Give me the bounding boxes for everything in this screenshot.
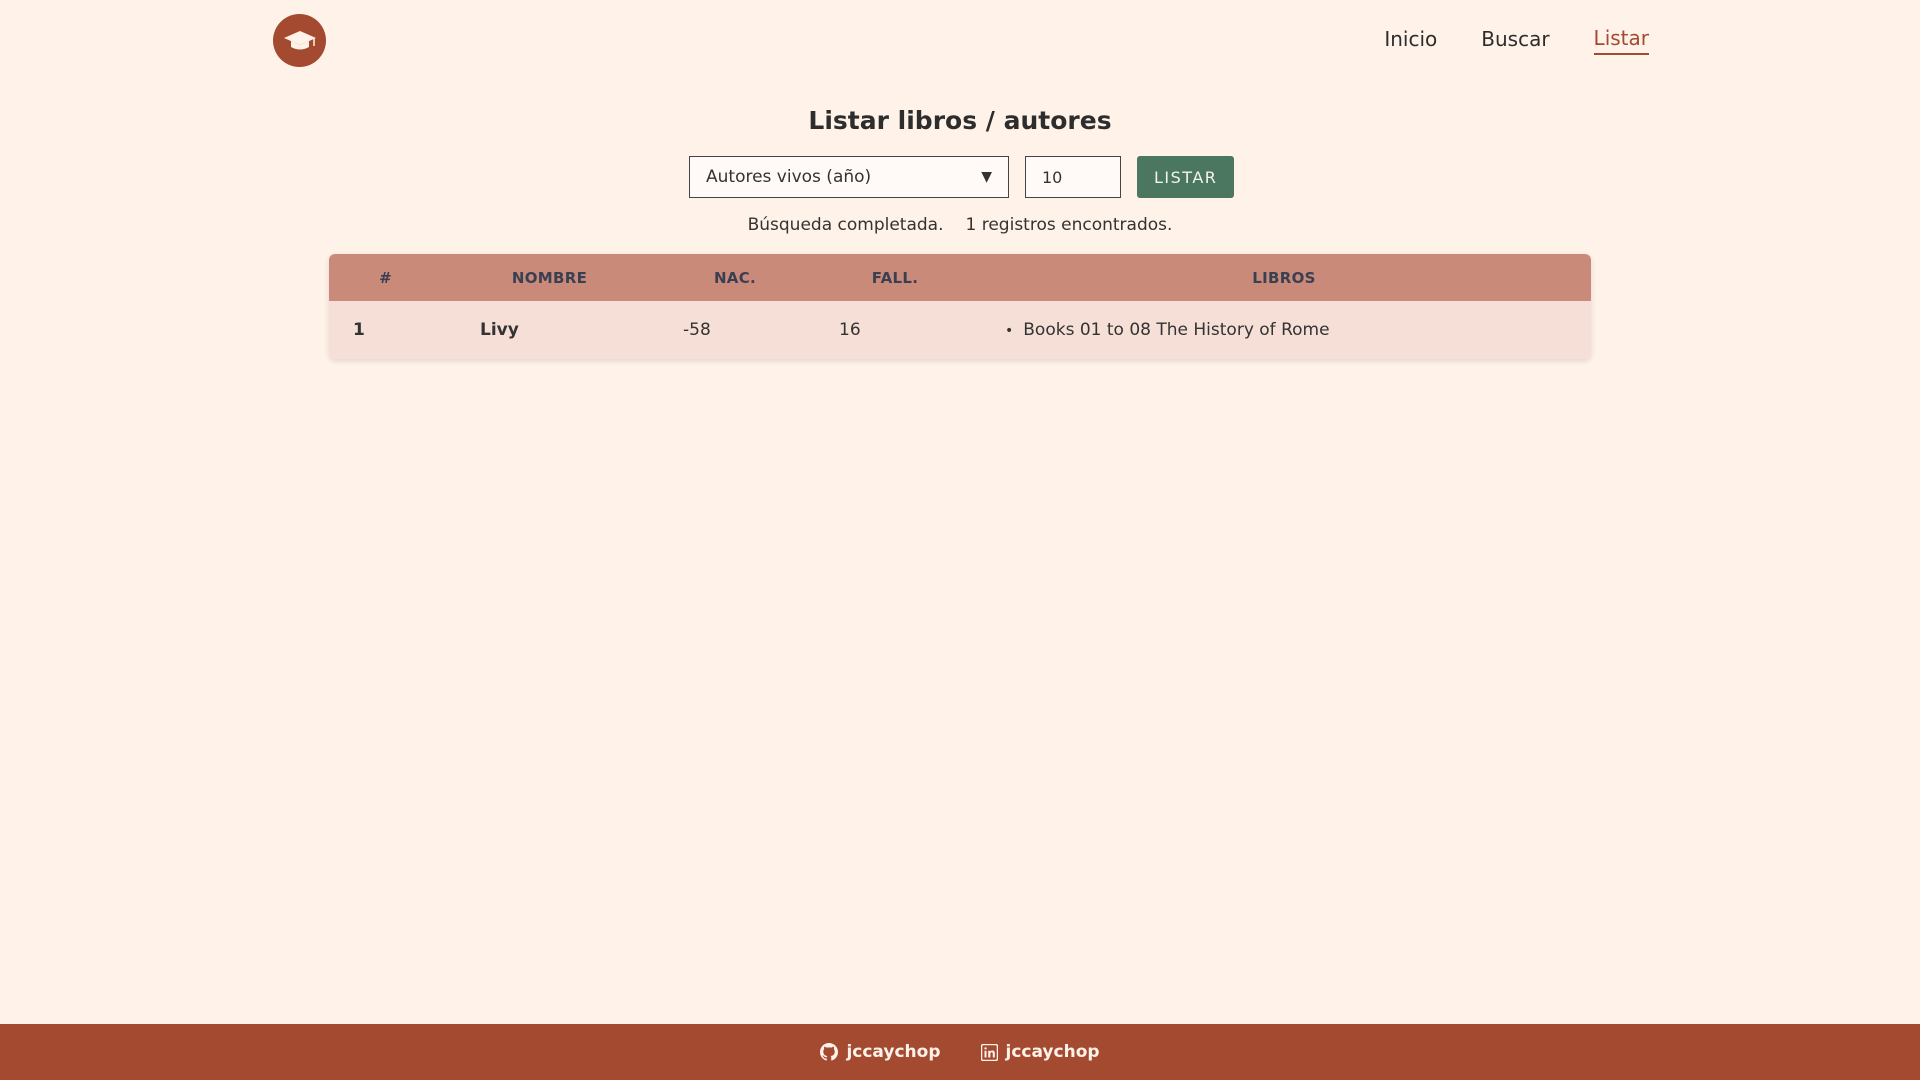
column-header-books: LIBROS: [1252, 268, 1316, 287]
list-type-select[interactable]: Autores vivos (año) ▼: [689, 156, 1009, 198]
books-cell: Books 01 to 08 The History of Rome: [977, 301, 1591, 359]
column-header-birth: NAC.: [713, 268, 757, 287]
github-link[interactable]: jccaychop: [820, 1042, 941, 1062]
linkedin-link[interactable]: jccaychop: [980, 1042, 1100, 1062]
footer: jccaychop jccaychop: [0, 1024, 1920, 1080]
books-list: Books 01 to 08 The History of Rome: [977, 320, 1591, 340]
list-controls: Autores vivos (año) ▼ LISTAR: [689, 156, 1235, 198]
linkedin-icon: [980, 1043, 998, 1061]
column-header-index: #: [379, 268, 392, 287]
nav-link-buscar[interactable]: Buscar: [1481, 27, 1549, 54]
header: Inicio Buscar Listar: [0, 0, 1920, 80]
github-handle: jccaychop: [846, 1042, 941, 1062]
column-header-name: NOMBRE: [511, 268, 588, 287]
logo[interactable]: [273, 14, 326, 67]
nav-link-inicio[interactable]: Inicio: [1384, 27, 1437, 54]
linkedin-handle: jccaychop: [1005, 1042, 1100, 1062]
birth-year: -58: [683, 320, 711, 340]
page-title: Listar libros / autores: [808, 106, 1112, 135]
status-message: Búsqueda completada. 1 registros encontra…: [0, 215, 1920, 235]
results-table: # NOMBRE NAC. FALL. LIBROS 1 Livy -58 16…: [329, 254, 1591, 359]
table-header-row: # NOMBRE NAC. FALL. LIBROS: [329, 254, 1591, 301]
year-input[interactable]: [1025, 156, 1121, 198]
main-nav: Inicio Buscar Listar: [1384, 26, 1649, 55]
book-item: Books 01 to 08 The History of Rome: [1005, 320, 1591, 340]
graduation-cap-icon: [283, 30, 316, 49]
results-count: 1 registros encontrados.: [965, 215, 1173, 235]
table-row: 1 Livy -58 16 Books 01 to 08 The History…: [329, 301, 1591, 359]
caret-down-icon: ▼: [981, 169, 992, 185]
status-text: Búsqueda completada.: [747, 215, 944, 235]
author-name: Livy: [480, 320, 519, 340]
death-year: 16: [839, 320, 861, 340]
row-index: 1: [353, 320, 365, 340]
nav-link-listar[interactable]: Listar: [1593, 26, 1649, 55]
column-header-death: FALL.: [871, 268, 919, 287]
list-button[interactable]: LISTAR: [1137, 156, 1235, 198]
list-type-value: Autores vivos (año): [706, 167, 872, 187]
github-icon: [820, 1043, 839, 1061]
